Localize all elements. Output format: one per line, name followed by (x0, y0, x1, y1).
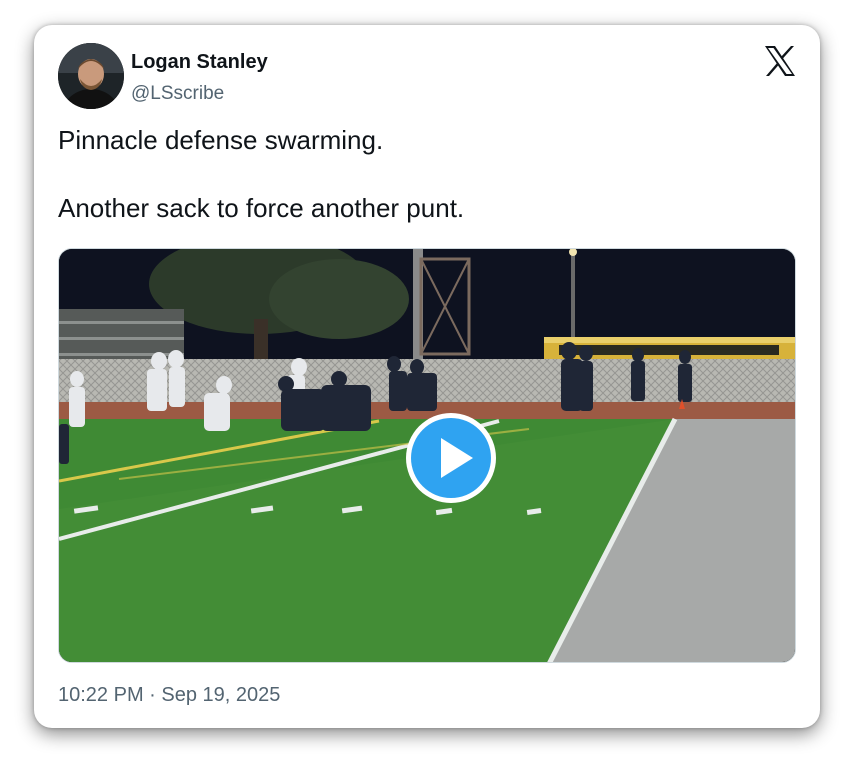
tweet-card: Logan Stanley @LSscribe Pinnacle defense… (34, 25, 820, 728)
avatar[interactable] (58, 43, 124, 109)
tweet-timestamp[interactable]: 10:22 PM · Sep 19, 2025 (58, 682, 280, 708)
author-name[interactable]: Logan Stanley (131, 50, 268, 74)
tweet-line: Another sack to force another punt. (58, 193, 465, 223)
tweet-line: Pinnacle defense swarming. (58, 125, 384, 155)
play-icon[interactable] (404, 411, 498, 505)
author-handle[interactable]: @LSscribe (131, 82, 224, 106)
video-player[interactable] (58, 248, 796, 663)
play-button[interactable] (404, 411, 498, 505)
x-logo-icon[interactable] (763, 45, 797, 77)
tweet-text: Pinnacle defense swarming. Another sack … (58, 123, 788, 225)
